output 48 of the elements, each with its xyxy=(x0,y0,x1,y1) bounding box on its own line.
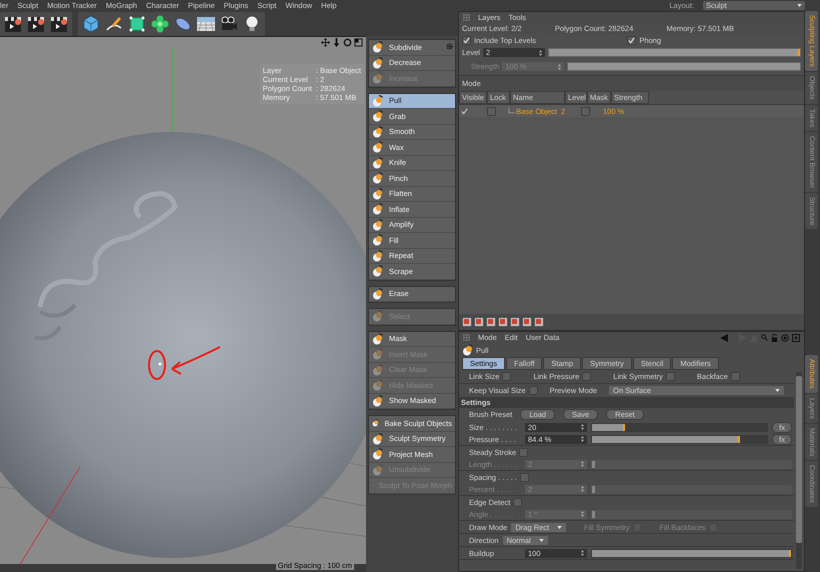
cube-frame-icon[interactable] xyxy=(127,14,147,34)
checkbox[interactable] xyxy=(520,472,529,482)
tree-line-icon xyxy=(508,107,516,115)
new-panel-icon[interactable] xyxy=(792,334,800,342)
parameter-slider[interactable] xyxy=(591,434,768,444)
spinner-icon[interactable] xyxy=(538,50,542,56)
checkbox[interactable] xyxy=(708,522,718,532)
checkbox[interactable] xyxy=(632,522,642,532)
grip-icon[interactable] xyxy=(463,14,470,21)
settings-icon[interactable] xyxy=(446,43,453,50)
checkbox[interactable] xyxy=(462,36,471,45)
parameter-slider[interactable] xyxy=(591,460,792,468)
spinner-icon[interactable] xyxy=(581,550,584,556)
rotate-icon[interactable] xyxy=(343,38,352,47)
checkbox[interactable] xyxy=(627,36,636,45)
slider-fill[interactable] xyxy=(592,424,626,430)
parameter-slider[interactable] xyxy=(591,484,792,494)
checkbox[interactable] xyxy=(581,106,590,116)
caret-icon xyxy=(775,389,780,392)
maximize-icon[interactable] xyxy=(354,38,363,47)
checkbox[interactable] xyxy=(730,372,740,381)
visible-check-icon[interactable] xyxy=(461,108,468,114)
caret-icon xyxy=(557,526,562,528)
checkbox[interactable] xyxy=(487,106,496,116)
checkbox[interactable] xyxy=(519,448,528,456)
sculpted-sphere-drawing[interactable] xyxy=(0,132,366,558)
search-icon[interactable] xyxy=(761,334,768,341)
target-icon[interactable] xyxy=(781,334,789,342)
spinner-icon[interactable] xyxy=(581,424,584,430)
flower-icon[interactable] xyxy=(150,14,170,34)
parameter-slider[interactable] xyxy=(591,510,792,518)
caret-icon xyxy=(538,538,544,542)
lock-icon[interactable] xyxy=(771,334,778,342)
checkbox[interactable] xyxy=(502,372,512,381)
dolly-icon[interactable] xyxy=(332,38,341,47)
spinner-icon[interactable] xyxy=(581,436,584,442)
scrollbar[interactable] xyxy=(796,372,802,569)
checkbox[interactable] xyxy=(582,372,592,381)
move-icon[interactable] xyxy=(321,38,330,47)
cube-icon[interactable] xyxy=(81,14,101,34)
parameter-slider[interactable] xyxy=(591,422,768,432)
checkbox[interactable] xyxy=(513,498,522,506)
slider-fill[interactable] xyxy=(592,436,740,442)
grip-icon[interactable] xyxy=(463,334,470,341)
caret-icon xyxy=(797,4,802,7)
checkbox[interactable] xyxy=(528,386,538,395)
spinner-icon[interactable] xyxy=(558,64,562,70)
checkbox[interactable] xyxy=(666,372,675,381)
